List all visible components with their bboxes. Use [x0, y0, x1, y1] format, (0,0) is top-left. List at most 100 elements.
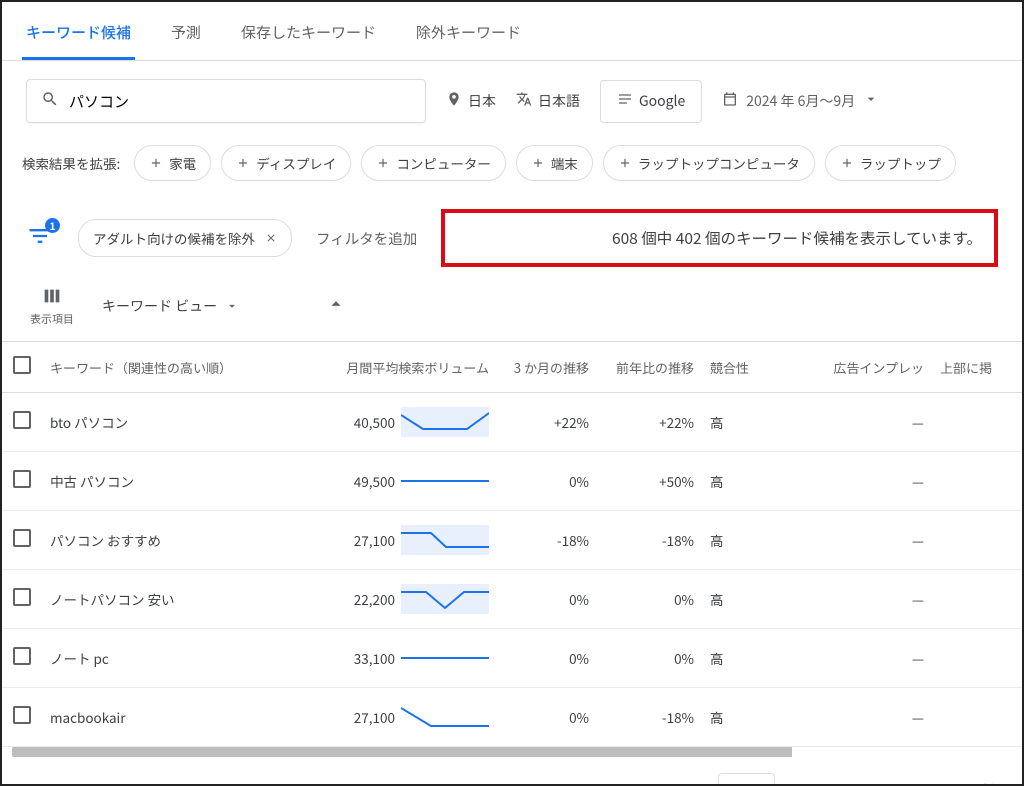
col-keyword[interactable]: キーワード（関連性の高い順）: [42, 342, 302, 393]
cell-keyword[interactable]: 中古 パソコン: [42, 452, 302, 511]
plus-icon: [149, 156, 163, 170]
network-target[interactable]: Google: [600, 80, 702, 123]
keyword-view-dropdown[interactable]: キーワード ビュー: [102, 296, 239, 316]
col-competition[interactable]: 競合性: [702, 342, 802, 393]
filter-button[interactable]: 1: [26, 222, 54, 254]
language-target[interactable]: 日本語: [516, 91, 580, 112]
row-checkbox[interactable]: [13, 470, 31, 488]
plus-icon: [618, 156, 632, 170]
cell-yoy: 0%: [597, 570, 702, 629]
rows-label: 表示する行数:: [606, 780, 691, 786]
cell-keyword[interactable]: パソコン おすすめ: [42, 511, 302, 570]
sparkline: [401, 466, 489, 496]
broaden-chip[interactable]: コンピューター: [361, 145, 506, 181]
tab-keyword-ideas[interactable]: キーワード候補: [22, 12, 135, 60]
applied-filter-label: アダルト向けの候補を除外: [93, 228, 255, 248]
plus-icon: [531, 156, 545, 170]
tab-negative-keywords[interactable]: 除外キーワード: [412, 12, 525, 60]
collapse-button[interactable]: [325, 293, 347, 319]
cell-volume: 49,500: [302, 452, 497, 511]
cell-three-month: 0%: [497, 629, 597, 688]
calendar-icon: [722, 91, 738, 112]
broaden-chip[interactable]: ディスプレイ: [221, 145, 351, 181]
cell-top-bid: [932, 688, 1022, 747]
cell-yoy: 0%: [597, 629, 702, 688]
col-top-bid[interactable]: 上部に掲: [932, 342, 1022, 393]
search-box[interactable]: [26, 79, 426, 123]
keyword-table: キーワード（関連性の高い順） 月間平均検索ボリューム 3 か月の推移 前年比の推…: [2, 341, 1022, 747]
broaden-label: 検索結果を拡張:: [22, 153, 120, 173]
tab-forecast[interactable]: 予測: [167, 12, 205, 60]
cell-top-bid: [932, 570, 1022, 629]
cell-keyword[interactable]: ノートパソコン 安い: [42, 570, 302, 629]
search-input[interactable]: [69, 93, 411, 110]
tab-saved-keywords[interactable]: 保存したキーワード: [237, 12, 380, 60]
cell-three-month: 0%: [497, 688, 597, 747]
broaden-chip[interactable]: 端末: [516, 145, 593, 181]
result-count-highlight: 608 個中 402 個のキーワード候補を表示しています。: [441, 209, 998, 267]
cell-three-month: -18%: [497, 511, 597, 570]
table-row: bto パソコン40,500+22%+22%高—: [2, 393, 1022, 452]
cell-yoy: -18%: [597, 688, 702, 747]
columns-label: 表示項目: [30, 311, 74, 327]
keyword-view-label: キーワード ビュー: [102, 296, 217, 316]
cell-yoy: +50%: [597, 452, 702, 511]
filter-row: 1 アダルト向けの候補を除外 フィルタを追加 608 個中 402 個のキーワー…: [2, 197, 1022, 279]
cell-volume: 27,100: [302, 511, 497, 570]
broaden-chip[interactable]: ラップトップ: [825, 145, 956, 181]
col-volume[interactable]: 月間平均検索ボリューム: [302, 342, 497, 393]
col-impression[interactable]: 広告インプレッ: [802, 342, 932, 393]
row-checkbox[interactable]: [13, 588, 31, 606]
broaden-chip[interactable]: ラップトップコンピュータ: [603, 145, 815, 181]
close-icon[interactable]: [265, 232, 277, 244]
row-checkbox[interactable]: [13, 706, 31, 724]
plus-icon: [840, 156, 854, 170]
columns-button[interactable]: 表示項目: [30, 285, 74, 327]
broaden-chip[interactable]: 家電: [134, 145, 211, 181]
table-row: ノート pc33,1000%0%高—: [2, 629, 1022, 688]
translate-icon: [516, 91, 532, 112]
col-yoy[interactable]: 前年比の推移: [597, 342, 702, 393]
row-checkbox[interactable]: [13, 647, 31, 665]
cell-competition: 高: [702, 688, 802, 747]
cell-yoy: -18%: [597, 511, 702, 570]
plus-icon: [236, 156, 250, 170]
cell-keyword[interactable]: bto パソコン: [42, 393, 302, 452]
cell-keyword[interactable]: macbookair: [42, 688, 302, 747]
sparkline: [401, 584, 489, 614]
horizontal-scrollbar[interactable]: [12, 747, 1012, 757]
dropdown-icon: [863, 91, 879, 112]
search-icon: [41, 90, 69, 112]
rows-per-page-select[interactable]: 10: [718, 773, 775, 786]
add-filter[interactable]: フィルタを追加: [316, 228, 417, 249]
cell-volume: 33,100: [302, 629, 497, 688]
location-target[interactable]: 日本: [446, 91, 496, 112]
row-checkbox[interactable]: [13, 411, 31, 429]
table-row: macbookair27,1000%-18%高—: [2, 688, 1022, 747]
date-range[interactable]: 2024 年 6月～9月: [722, 91, 879, 112]
search-and-targeting-row: 日本 日本語 Google 2024 年 6月～9月: [2, 61, 1022, 141]
cell-impression: —: [802, 629, 932, 688]
cell-impression: —: [802, 393, 932, 452]
select-all-checkbox[interactable]: [13, 356, 31, 374]
table-row: パソコン おすすめ27,100-18%-18%高—: [2, 511, 1022, 570]
location-label: 日本: [468, 91, 496, 111]
sparkline: [401, 407, 489, 437]
cell-top-bid: [932, 511, 1022, 570]
cell-three-month: 0%: [497, 452, 597, 511]
cell-impression: —: [802, 570, 932, 629]
date-label: 2024 年 6月～9月: [746, 91, 855, 111]
sparkline: [401, 702, 489, 732]
first-page-icon: [980, 779, 998, 786]
col-three-month[interactable]: 3 か月の推移: [497, 342, 597, 393]
location-icon: [446, 91, 462, 112]
chevron-up-icon: [325, 293, 347, 315]
rows-value: 10: [729, 780, 744, 786]
table-header-row: キーワード（関連性の高い順） 月間平均検索ボリューム 3 か月の推移 前年比の推…: [2, 342, 1022, 393]
tabs: キーワード候補 予測 保存したキーワード 除外キーワード: [2, 2, 1022, 61]
row-checkbox[interactable]: [13, 529, 31, 547]
applied-filter-chip[interactable]: アダルト向けの候補を除外: [78, 219, 292, 257]
first-page-button[interactable]: [980, 779, 998, 786]
cell-keyword[interactable]: ノート pc: [42, 629, 302, 688]
filter-badge: 1: [45, 218, 60, 233]
